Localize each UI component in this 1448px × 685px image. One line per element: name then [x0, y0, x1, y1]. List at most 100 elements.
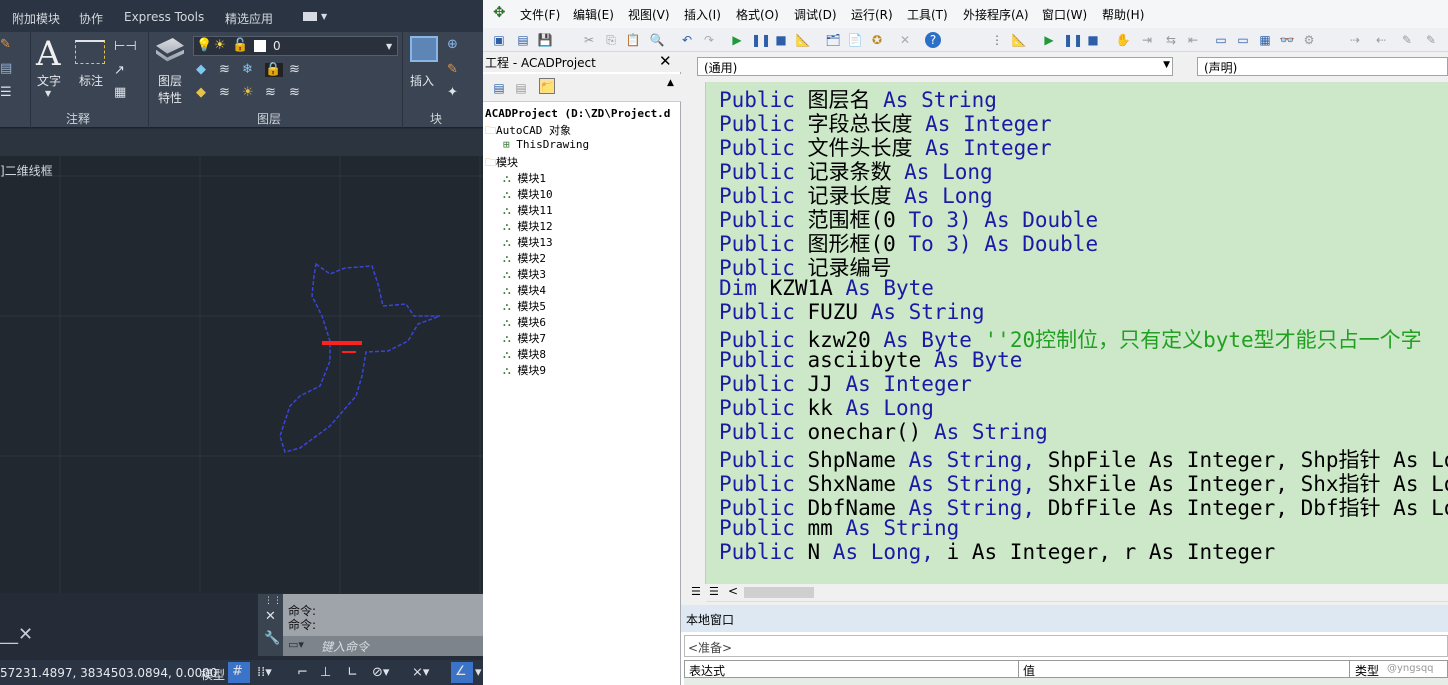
wrench-icon[interactable]: 🔧 [264, 632, 280, 646]
procedure-view-icon[interactable]: ☰ [691, 585, 701, 598]
ortho-icon[interactable]: ⌐ [297, 666, 308, 680]
object-combo[interactable]: (通用) ▼ [697, 57, 1173, 76]
copy-icon[interactable]: ⎘ [603, 32, 619, 48]
layer-on-icon[interactable]: ◆ [196, 86, 206, 100]
scroll-left-icon[interactable]: < [728, 584, 738, 598]
locals-window-icon[interactable]: ▭ [1213, 32, 1229, 48]
coordinates[interactable]: 57231.4897, 3834503.0894, 0.0000 [0, 666, 218, 680]
step-over-icon[interactable]: ⇆ [1163, 32, 1179, 48]
insert-module-icon[interactable]: ▤ [515, 32, 531, 48]
chevron-down-icon[interactable]: ▼ [45, 87, 51, 101]
col-type[interactable]: 类型 [1355, 662, 1379, 679]
tree-item-module[interactable]: ⛬ 模块9 [503, 362, 546, 378]
create-block-icon[interactable]: ⊕ [447, 38, 458, 52]
menu-tools[interactable]: 工具(T) [907, 6, 948, 23]
menu-insert[interactable]: 插入(I) [684, 6, 721, 23]
watch-window-icon[interactable]: ▦ [1257, 32, 1273, 48]
tab-collaborate[interactable]: 协作 [79, 10, 103, 27]
insert-button[interactable]: 插入 [410, 72, 434, 89]
toolbox-icon[interactable]: ✕ [897, 32, 913, 48]
stack-icon[interactable]: ▤ [0, 62, 12, 76]
layer-lock-icon[interactable]: 🔒 [265, 63, 283, 77]
panel-layers-title[interactable]: 图层 [257, 110, 281, 127]
vba-app-icon[interactable]: ✥ [493, 5, 506, 20]
code-line[interactable]: Public JJ As Integer [719, 372, 972, 396]
properties-icon[interactable]: 📄 [847, 32, 863, 48]
help-icon[interactable]: ? [925, 32, 941, 48]
code-editor[interactable]: Public 图层名 As String Public 字段总长度 As Inte… [706, 82, 1448, 602]
tree-item-module[interactable]: ⛬ 模块11 [503, 202, 553, 218]
attribute-icon[interactable]: ✦ [447, 86, 458, 100]
code-line[interactable]: Public kk As Long [719, 396, 934, 420]
layer-isolate-icon[interactable]: ≋ [219, 63, 230, 77]
list-icon[interactable]: ☰ [0, 86, 12, 100]
step-into-icon[interactable]: ⇥ [1139, 32, 1155, 48]
chevron-down-icon[interactable]: ▼ [321, 12, 327, 21]
code-line[interactable]: Public N As Long, i As Integer, r As Int… [719, 540, 1275, 564]
code-line[interactable]: Public mm As String [719, 516, 959, 540]
break-icon[interactable]: ❚❚ [751, 32, 771, 48]
viewport-label[interactable]: ]二维线框 [0, 162, 53, 179]
menu-edit[interactable]: 编辑(E) [573, 6, 614, 23]
design-mode-icon-2[interactable]: 📐 [1011, 32, 1027, 48]
menu-help[interactable]: 帮助(H) [1102, 6, 1144, 23]
run-icon-2[interactable]: ▶ [1041, 32, 1057, 48]
immediate-window-icon[interactable]: ▭ [1235, 32, 1251, 48]
leader-icon[interactable]: ↗ [114, 64, 125, 78]
panel-annotation-title[interactable]: 注释 [66, 110, 90, 127]
redo-icon[interactable]: ↷ [701, 32, 717, 48]
tree-item-module[interactable]: ⛬ 模块3 [503, 266, 546, 282]
column-divider[interactable] [1018, 661, 1019, 679]
ribbon-toggle-icon[interactable] [303, 12, 317, 21]
tree-item-module[interactable]: ⛬ 模块10 [503, 186, 553, 202]
layer-match-icon[interactable]: ≋ [289, 63, 300, 77]
locals-context[interactable]: <准备> [684, 635, 1448, 657]
run-icon[interactable]: ▶ [729, 32, 745, 48]
layer-off-icon[interactable]: ◆ [196, 63, 206, 77]
edit-block-icon[interactable]: ✎ [447, 63, 458, 77]
layer-walk-icon[interactable]: ≋ [289, 86, 300, 100]
find-icon[interactable]: 🔍 [649, 32, 665, 48]
uncomment-icon[interactable]: ✎ [1423, 32, 1439, 48]
tree-item-module[interactable]: ⛬ 模块5 [503, 298, 546, 314]
osnap-tracking-icon[interactable]: ⊘▾ [372, 666, 389, 680]
tree-item-module[interactable]: ⛬ 模块4 [503, 282, 546, 298]
close-icon[interactable]: ✕ [265, 610, 276, 624]
step-out-icon[interactable]: ⇤ [1185, 32, 1201, 48]
col-value[interactable]: 值 [1023, 662, 1035, 679]
reset-icon[interactable]: ■ [773, 32, 789, 48]
dimension-icon[interactable] [75, 40, 105, 64]
tree-root[interactable]: ACADProject (D:\ZD\Project.d [485, 107, 670, 120]
tree-item-module[interactable]: ⛬ 模块13 [503, 234, 553, 250]
layer-properties-button[interactable]: 图层 [158, 72, 182, 89]
horizontal-scrollbar[interactable]: ☰ ☰ < [691, 584, 1448, 601]
layer-properties-icon[interactable] [156, 38, 184, 62]
panel-block-title[interactable]: 块 [430, 110, 442, 127]
close-icon[interactable]: ✕ [659, 52, 672, 70]
comment-icon[interactable]: ✎ [1399, 32, 1415, 48]
osnap-icon[interactable]: ⨯▾ [412, 666, 429, 680]
undo-icon[interactable]: ↶ [679, 32, 695, 48]
toolbar-grip-icon[interactable]: ⋮ [989, 32, 1005, 48]
drawing-viewport[interactable] [0, 156, 483, 593]
polar-icon[interactable]: ⊥ [320, 666, 331, 680]
quick-watch-icon[interactable]: 👓 [1279, 32, 1295, 48]
column-divider[interactable] [1349, 661, 1350, 679]
table-icon[interactable]: ▦ [114, 86, 126, 100]
toggle-breakpoint-icon[interactable]: ✋ [1115, 32, 1131, 48]
layer-thaw-icon[interactable]: ☀ [242, 86, 254, 100]
project-explorer-icon[interactable]: 🗂 [825, 32, 841, 48]
code-line[interactable]: Public asciibyte As Byte [719, 348, 1022, 372]
tree-item-module[interactable]: ⛬ 模块2 [503, 250, 546, 266]
tree-item-module[interactable]: ⛬ 模块6 [503, 314, 546, 330]
isodraft-icon[interactable]: ∟ [347, 666, 358, 680]
col-expression[interactable]: 表达式 [689, 662, 725, 679]
layer-unisolate-icon[interactable]: ≋ [219, 86, 230, 100]
lineweight-toggle[interactable]: ∠ [451, 662, 473, 683]
tree-item-module[interactable]: ⛬ 模块1 [503, 170, 546, 186]
tab-featured-apps[interactable]: 精选应用 [225, 10, 273, 27]
text-icon[interactable]: A [36, 34, 61, 74]
more-icon[interactable]: ▾ [475, 666, 482, 680]
model-button[interactable]: 模型 [201, 666, 225, 683]
pencil-icon[interactable]: ✎ [0, 38, 11, 52]
